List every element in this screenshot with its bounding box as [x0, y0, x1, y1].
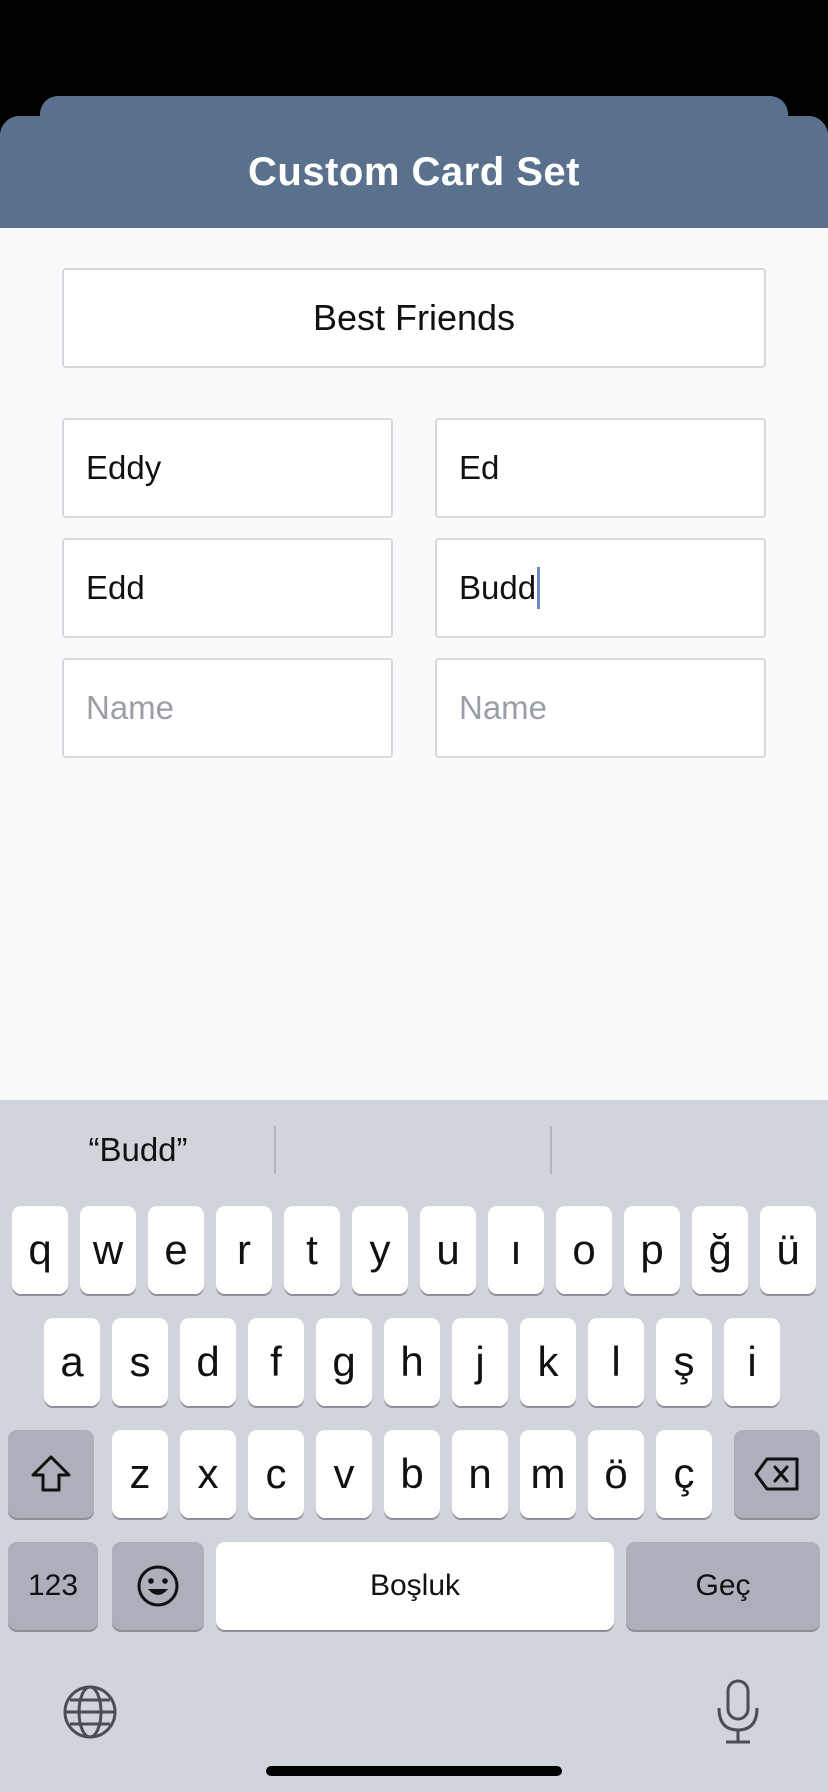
key[interactable]: u — [420, 1206, 476, 1294]
key[interactable]: k — [520, 1318, 576, 1406]
key[interactable]: b — [384, 1430, 440, 1518]
key[interactable]: n — [452, 1430, 508, 1518]
key[interactable]: ğ — [692, 1206, 748, 1294]
key[interactable]: j — [452, 1318, 508, 1406]
name-value: Budd — [459, 569, 537, 606]
key[interactable]: y — [352, 1206, 408, 1294]
key[interactable]: w — [80, 1206, 136, 1294]
space-key[interactable]: Boşluk — [216, 1542, 614, 1630]
suggestion-3[interactable] — [552, 1100, 828, 1200]
name-placeholder: Name — [86, 689, 175, 726]
key[interactable]: x — [180, 1430, 236, 1518]
key[interactable]: ç — [656, 1430, 712, 1518]
name-placeholder: Name — [459, 689, 548, 726]
key[interactable]: s — [112, 1318, 168, 1406]
suggestion-2[interactable] — [276, 1100, 552, 1200]
name-value: Edd — [86, 569, 145, 606]
key[interactable]: c — [248, 1430, 304, 1518]
key[interactable]: q — [12, 1206, 68, 1294]
shift-key[interactable] — [8, 1430, 94, 1518]
key[interactable]: i — [724, 1318, 780, 1406]
set-name-field[interactable]: Best Friends — [62, 268, 766, 368]
key[interactable]: f — [248, 1318, 304, 1406]
name-value: Ed — [459, 449, 500, 486]
name-value: Eddy — [86, 449, 162, 486]
delete-key[interactable] — [734, 1430, 820, 1518]
key[interactable]: ı — [488, 1206, 544, 1294]
set-name-value: Best Friends — [312, 297, 516, 338]
name-field-1[interactable]: Eddy — [62, 418, 393, 518]
shift-icon — [31, 1455, 71, 1492]
text-caret — [537, 567, 541, 609]
key[interactable]: ş — [656, 1318, 712, 1406]
key[interactable]: t — [284, 1206, 340, 1294]
name-field-3[interactable]: Edd — [62, 538, 393, 638]
key[interactable]: ö — [588, 1430, 644, 1518]
sheet-header: Custom Card Set — [0, 116, 828, 228]
microphone-icon — [717, 1679, 759, 1744]
key[interactable]: h — [384, 1318, 440, 1406]
name-field-5[interactable]: Name — [62, 658, 393, 758]
key[interactable]: m — [520, 1430, 576, 1518]
globe-button[interactable] — [62, 1684, 118, 1740]
key[interactable]: e — [148, 1206, 204, 1294]
onscreen-keyboard: “Budd” q w e r t y u ı o p ğ ü a s d f g… — [0, 1100, 828, 1792]
key[interactable]: r — [216, 1206, 272, 1294]
key[interactable]: g — [316, 1318, 372, 1406]
key[interactable]: a — [44, 1318, 100, 1406]
home-indicator[interactable] — [266, 1766, 562, 1776]
key[interactable]: z — [112, 1430, 168, 1518]
key[interactable]: p — [624, 1206, 680, 1294]
suggestion-1[interactable]: “Budd” — [0, 1100, 276, 1200]
name-field-6[interactable]: Name — [435, 658, 766, 758]
key[interactable]: v — [316, 1430, 372, 1518]
key[interactable]: ü — [760, 1206, 816, 1294]
key[interactable]: o — [556, 1206, 612, 1294]
dictation-button[interactable] — [714, 1678, 762, 1746]
return-key[interactable]: Geç — [626, 1542, 820, 1630]
numbers-key[interactable]: 123 — [8, 1542, 98, 1630]
emoji-icon — [137, 1565, 179, 1607]
delete-icon — [754, 1457, 799, 1491]
suggestion-divider — [274, 1126, 276, 1174]
key[interactable]: d — [180, 1318, 236, 1406]
emoji-key[interactable] — [112, 1542, 204, 1630]
key[interactable]: l — [588, 1318, 644, 1406]
name-field-4-focused[interactable]: Budd — [435, 538, 766, 638]
globe-icon — [63, 1685, 117, 1739]
name-field-2[interactable]: Ed — [435, 418, 766, 518]
suggestion-bar: “Budd” — [0, 1100, 828, 1200]
page-title: Custom Card Set — [248, 149, 580, 194]
suggestion-divider — [550, 1126, 552, 1174]
